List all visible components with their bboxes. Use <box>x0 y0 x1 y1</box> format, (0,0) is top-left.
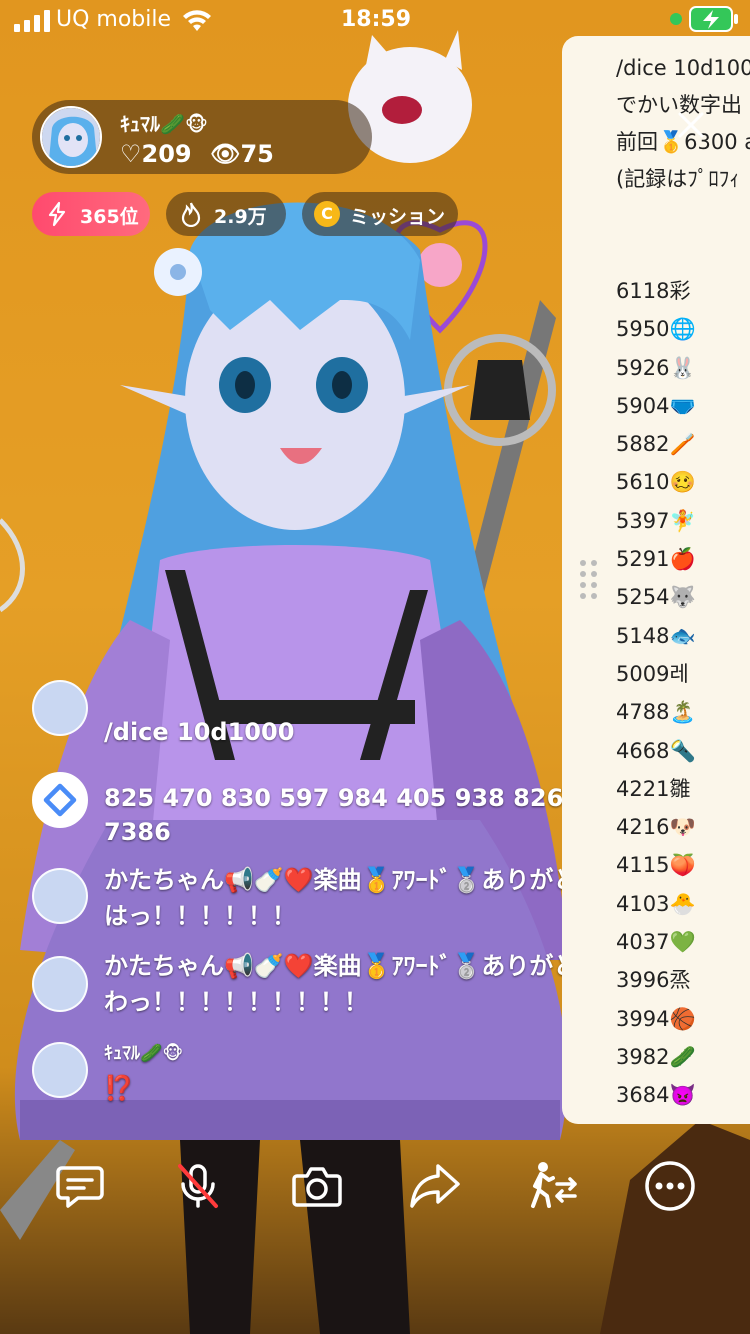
lightning-icon <box>48 201 66 227</box>
score-item: 3994🏀 <box>616 1006 696 1031</box>
mic-muted-icon[interactable] <box>170 1158 226 1214</box>
score-item: 5950🌐 <box>616 317 696 342</box>
score-item: 6118彩 <box>616 279 691 303</box>
host-name: ｷｭﾏﾙ🥒🐵 <box>120 112 209 136</box>
points-text: 2.9万 <box>214 206 267 228</box>
mission-text: ミッション <box>350 206 446 228</box>
score-item: 5009레 <box>616 661 689 686</box>
drag-handle-icon[interactable] <box>578 558 600 600</box>
host-avatar[interactable] <box>40 106 102 168</box>
score-item: 4668🔦 <box>616 738 696 763</box>
carrier-name: UQ mobile <box>56 7 172 32</box>
score-item: 5882🪥 <box>616 432 696 457</box>
dice-scoreboard-panel[interactable]: /dice 10d100 でかい数字出 前回🥇6300 a (記録はﾌﾟﾛﾌｨ … <box>562 36 750 1124</box>
score-item: 5904🩲 <box>616 393 696 418</box>
host-profile-card[interactable]: ｷｭﾏﾙ🥒🐵 ♡209 👁75 <box>32 100 372 174</box>
swap-user-icon[interactable] <box>525 1158 581 1214</box>
panel-line: (記録はﾌﾟﾛﾌｨ <box>616 167 740 191</box>
chat-message-text: 7386 <box>104 818 171 846</box>
score-item: 5610🥴 <box>616 470 696 495</box>
score-item: 4037💚 <box>616 930 696 955</box>
camera-icon[interactable] <box>289 1158 345 1214</box>
ranking-text: 365位 <box>80 206 139 228</box>
chat-avatar[interactable] <box>32 680 88 736</box>
score-item: 5148🐟 <box>616 623 696 648</box>
like-count: ♡209 <box>120 140 192 168</box>
flame-icon <box>181 202 201 227</box>
chat-avatar[interactable] <box>32 868 88 924</box>
chat-username: かたちゃん📢🍼❤️楽曲🥇ｱﾜｰﾄﾞ🥈ありがと <box>104 952 578 980</box>
comment-icon[interactable] <box>52 1158 108 1214</box>
dice-bot-icon[interactable] <box>32 772 88 828</box>
chat-message-text: わっ！！！！！！！！！ <box>104 988 368 1016</box>
score-item: 3684👿 <box>616 1083 696 1108</box>
clock-time: 18:59 <box>341 7 412 32</box>
host-stats: ♡209 👁75 <box>120 140 284 168</box>
score-item: 4788🏝️ <box>616 700 696 725</box>
score-item: 5397🧚 <box>616 508 696 533</box>
chat-username: かたちゃん📢🍼❤️楽曲🥇ｱﾜｰﾄﾞ🥈ありがと <box>104 866 578 894</box>
close-icon[interactable] <box>676 110 706 140</box>
ranking-badge[interactable]: 365位 <box>32 192 150 236</box>
coin-icon: C <box>314 201 340 227</box>
share-icon[interactable] <box>406 1158 462 1214</box>
chat-message-text: ⁉️ <box>104 1074 134 1102</box>
cellular-signal-icon <box>14 10 50 32</box>
score-item: 4103🐣 <box>616 891 696 916</box>
score-item: 4115🍑 <box>616 853 696 878</box>
wifi-icon <box>183 10 211 31</box>
viewer-count: 👁75 <box>209 140 274 168</box>
points-badge[interactable]: 2.9万 <box>166 192 286 236</box>
chat-avatar[interactable] <box>32 956 88 1012</box>
score-item: 3996烝 <box>616 968 691 993</box>
recording-dot-icon <box>670 13 682 25</box>
score-item: 5291🍎 <box>616 547 696 572</box>
score-item: 4216🐶 <box>616 815 696 840</box>
chat-message-text: /dice 10d1000 <box>104 718 295 746</box>
panel-line: /dice 10d100 <box>616 56 750 80</box>
mission-badge[interactable]: C ミッション <box>302 192 458 236</box>
battery-charging-icon <box>689 6 738 32</box>
score-list: 6118彩 5950🌐 5926🐰 5904🩲 5882🪥 5610🥴 5397… <box>616 272 750 1124</box>
score-item: 3982🥒 <box>616 1044 696 1069</box>
chat-avatar[interactable] <box>32 1042 88 1098</box>
more-icon[interactable] <box>642 1158 698 1214</box>
score-item: 4221雛 <box>616 776 691 801</box>
chat-message-text: はっ！！！！！！ <box>104 902 296 930</box>
score-item: 5926🐰 <box>616 355 696 380</box>
score-item: 2552ｾﾝﾁ <box>616 1115 750 1124</box>
score-item: 5254🐺 <box>616 585 696 610</box>
chat-username: ｷｭﾏﾙ🥒🐵 <box>104 1043 184 1064</box>
